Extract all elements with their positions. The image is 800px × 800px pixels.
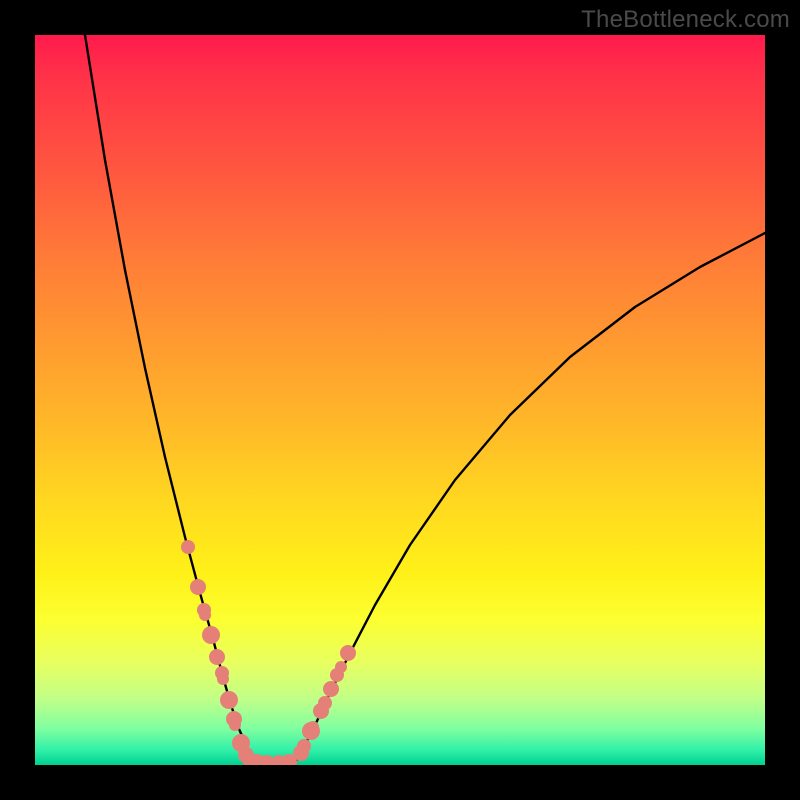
data-dot: [181, 540, 195, 554]
data-dot: [190, 579, 206, 595]
data-dot: [199, 609, 211, 621]
data-dot: [335, 661, 347, 673]
chart-plot-area: [35, 35, 765, 765]
data-dot: [323, 681, 339, 697]
data-dot: [307, 721, 319, 733]
outer-frame: TheBottleneck.com: [0, 0, 800, 800]
data-dot: [217, 673, 229, 685]
data-dot: [340, 645, 356, 661]
chart-svg: [35, 35, 765, 765]
data-dot: [202, 626, 220, 644]
data-dot: [209, 649, 225, 665]
data-dot: [229, 719, 241, 731]
data-dot: [318, 696, 332, 710]
data-dot: [297, 739, 311, 753]
watermark-text: TheBottleneck.com: [581, 6, 790, 34]
v-curve: [85, 35, 765, 763]
data-dots: [181, 540, 356, 765]
data-dot: [220, 691, 238, 709]
